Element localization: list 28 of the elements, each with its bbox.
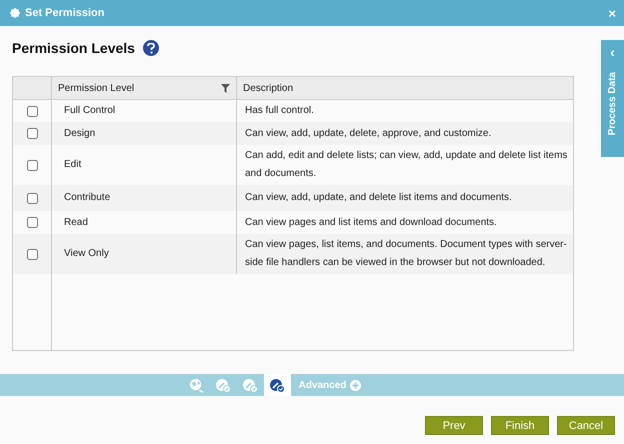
filter-icon[interactable]: [221, 84, 230, 92]
column-header[interactable]: Description: [237, 77, 573, 99]
table-cell-text: Can view pages and list items and download documents.: [244, 216, 498, 230]
row-checkbox[interactable]: [26, 192, 38, 204]
process-data-tab[interactable]: ‹ Process Data: [601, 40, 624, 157]
row-checkbox[interactable]: [26, 160, 38, 170]
step-tab[interactable]: [264, 374, 291, 396]
row-checkbox[interactable]: [26, 106, 38, 116]
close-button[interactable]: ×: [608, 6, 616, 20]
row-checkbox[interactable]: [26, 128, 38, 139]
footer-button[interactable]: Finish: [491, 416, 549, 435]
table-cell-text: Can view, add, update, delete, approve, and customize.: [244, 126, 492, 140]
plus-icon: [350, 380, 362, 390]
gear-icon: [10, 8, 20, 18]
advanced-button[interactable]: Advanced: [290, 374, 362, 396]
row-checkbox[interactable]: [26, 217, 38, 228]
window-title: Set Permission: [25, 7, 106, 19]
table-cell-text: Has full control.: [244, 104, 315, 118]
section-heading: Permission Levels: [12, 40, 135, 56]
footer-button[interactable]: Prev: [425, 416, 483, 435]
table-cell-text: Can view, add, update, and delete list items and documents.: [244, 191, 513, 205]
table-cell-text: Can add, edit and delete lists; can view, add, update and delete list items and documents.: [244, 149, 568, 181]
row-checkbox[interactable]: [26, 248, 38, 260]
table-cell-text: Can view pages, list items, and documents. Document types with server-side file handlers can be viewed in the browser but not downloaded.: [244, 238, 568, 270]
footer-button[interactable]: Cancel: [557, 416, 615, 435]
column-header[interactable]: Permission Level: [52, 77, 237, 99]
table-cell: View Only: [52, 234, 237, 274]
help-icon[interactable]: [142, 40, 159, 56]
